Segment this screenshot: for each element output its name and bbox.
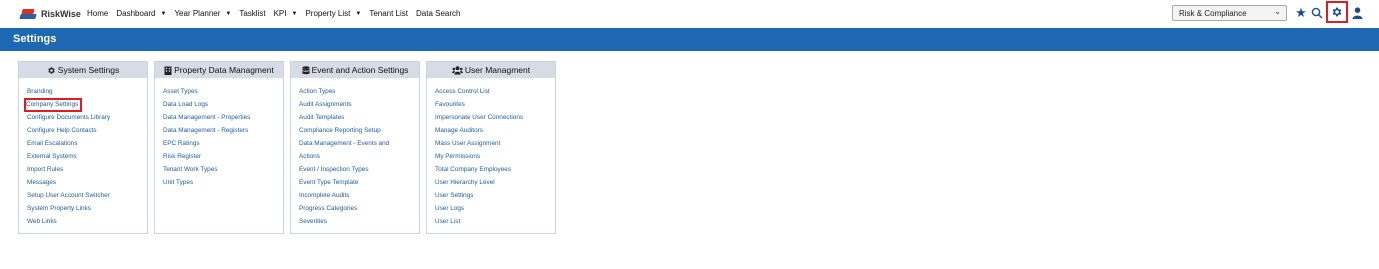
- link-total-company-employees[interactable]: Total Company Employees: [435, 163, 555, 176]
- logo-text: RiskWise: [41, 9, 81, 19]
- nav-label: Year Planner: [174, 9, 221, 18]
- link-company-settings[interactable]: Company Settings: [23, 98, 147, 112]
- link-web-links[interactable]: Web Links: [27, 215, 147, 228]
- users-icon: [451, 65, 463, 74]
- nav-dashboard[interactable]: Dashboard ▼: [116, 9, 166, 18]
- gear-icon: [1332, 7, 1342, 17]
- link-user-logs[interactable]: User Logs: [435, 202, 555, 215]
- link-unit-types[interactable]: Unit Types: [163, 176, 283, 189]
- link-branding[interactable]: Branding: [27, 85, 147, 98]
- nav-label: Data Search: [416, 9, 461, 18]
- panel-property-data-management: Property Data Managment Asset Types Data…: [154, 61, 284, 234]
- link-event-type-template[interactable]: Event Type Template: [299, 176, 419, 189]
- nav-label: Dashboard: [116, 9, 156, 18]
- module-select-value: Risk & Compliance: [1179, 8, 1247, 18]
- user-icon[interactable]: [1349, 5, 1365, 21]
- link-data-management-properties[interactable]: Data Management - Properties: [163, 111, 283, 124]
- page-title: Settings: [13, 33, 57, 45]
- link-audit-assignments[interactable]: Audit Assignments: [299, 98, 419, 111]
- nav-label: KPI: [273, 9, 287, 18]
- nav-year-planner[interactable]: Year Planner ▼: [174, 9, 231, 18]
- nav-tenant-list[interactable]: Tenant List: [369, 9, 408, 18]
- link-mass-user-assignment[interactable]: Mass User Assignment: [435, 137, 555, 150]
- nav-property-list[interactable]: Property List ▼: [305, 9, 361, 18]
- link-severities[interactable]: Severities: [299, 215, 419, 228]
- panel-system-settings: System Settings Branding Company Setting…: [18, 61, 148, 234]
- panel-title: User Managment: [464, 65, 531, 75]
- link-tenant-work-types[interactable]: Tenant Work Types: [163, 163, 283, 176]
- link-external-systems[interactable]: External Systems: [27, 150, 147, 163]
- panel-user-management: User Managment Access Control List Favou…: [426, 61, 556, 234]
- nav-tasklist[interactable]: Tasklist: [239, 9, 265, 18]
- settings-gear-button[interactable]: [1326, 1, 1348, 23]
- top-navbar: RiskWise Home Dashboard ▼ Year Planner ▼ T…: [0, 0, 1379, 28]
- link-data-management-events-actions[interactable]: Data Management - Events and Actions: [299, 137, 409, 163]
- panel-event-action-settings: Event and Action Settings Action Types A…: [290, 61, 420, 234]
- link-data-load-logs[interactable]: Data Load Logs: [163, 98, 283, 111]
- panel-header: Property Data Managment: [155, 62, 283, 78]
- link-access-control-list[interactable]: Access Control List: [435, 85, 555, 98]
- nav-label: Tenant List: [369, 9, 409, 18]
- caret-down-icon: ▼: [225, 10, 232, 17]
- link-setup-user-account-switcher[interactable]: Setup User Account Switcher: [27, 189, 147, 202]
- gear-icon: [48, 66, 55, 74]
- database-icon: [301, 65, 310, 74]
- nav-home[interactable]: Home: [87, 9, 108, 18]
- link-risk-register[interactable]: Risk Register: [163, 150, 283, 163]
- link-user-settings[interactable]: User Settings: [435, 189, 555, 202]
- panel-header: System Settings: [19, 62, 147, 78]
- panel-header: Event and Action Settings: [291, 62, 419, 78]
- link-user-list[interactable]: User List: [435, 215, 555, 228]
- building-icon: [164, 66, 172, 75]
- link-import-rules[interactable]: Import Rules: [27, 163, 147, 176]
- main-nav: Home Dashboard ▼ Year Planner ▼ Tasklist K…: [87, 9, 468, 18]
- link-impersonate-user-connections[interactable]: Impersonate User Connections: [435, 111, 555, 124]
- link-configure-documents-library[interactable]: Configure Documents Library: [27, 111, 147, 124]
- link-email-escalations[interactable]: Email Escalations: [27, 137, 147, 150]
- caret-down-icon: ▼: [160, 10, 167, 17]
- link-configure-help-contacts[interactable]: Configure Help Contacts: [27, 124, 147, 137]
- link-incomplete-audits[interactable]: Incomplete Audits: [299, 189, 419, 202]
- nav-data-search[interactable]: Data Search: [416, 9, 460, 18]
- highlight-box[interactable]: Company Settings: [23, 98, 83, 112]
- nav-label: Tasklist: [239, 9, 266, 18]
- page-title-bar: Settings: [0, 28, 1379, 51]
- logo-mark-icon: [18, 6, 38, 22]
- chevron-down-icon: ⌄: [1274, 7, 1281, 16]
- panel-title: Property Data Managment: [174, 65, 274, 75]
- nav-kpi[interactable]: KPI ▼: [274, 9, 298, 18]
- search-icon[interactable]: [1309, 5, 1325, 21]
- link-manage-auditors[interactable]: Manage Auditors: [435, 124, 555, 137]
- link-progress-categories[interactable]: Progress Categories: [299, 202, 419, 215]
- star-icon[interactable]: ★: [1293, 5, 1309, 21]
- panel-title: System Settings: [57, 65, 120, 75]
- riskwise-logo[interactable]: RiskWise: [18, 5, 81, 23]
- link-system-property-links[interactable]: System Property Links: [27, 202, 147, 215]
- link-action-types[interactable]: Action Types: [299, 85, 419, 98]
- caret-down-icon: ▼: [291, 10, 298, 17]
- caret-down-icon: ▼: [355, 10, 362, 17]
- link-audit-templates[interactable]: Audit Templates: [299, 111, 419, 124]
- link-my-permissions[interactable]: My Permissions: [435, 150, 555, 163]
- link-messages[interactable]: Messages: [27, 176, 147, 189]
- link-epc-ratings[interactable]: EPC Ratings: [163, 137, 283, 150]
- module-select[interactable]: Risk & Compliance ⌄: [1172, 5, 1287, 21]
- nav-label: Property List: [305, 9, 351, 18]
- nav-label: Home: [87, 9, 109, 18]
- link-favourites[interactable]: Favourites: [435, 98, 555, 111]
- link-data-management-registers[interactable]: Data Management - Registers: [163, 124, 283, 137]
- link-user-hierarchy-level[interactable]: User Hierarchy Level: [435, 176, 555, 189]
- link-compliance-reporting-setup[interactable]: Compliance Reporting Setup: [299, 124, 419, 137]
- panel-title: Event and Action Settings: [311, 65, 409, 75]
- panel-header: User Managment: [427, 62, 555, 78]
- link-asset-types[interactable]: Asset Types: [163, 85, 283, 98]
- link-event-inspection-types[interactable]: Event / Inspection Types: [299, 163, 419, 176]
